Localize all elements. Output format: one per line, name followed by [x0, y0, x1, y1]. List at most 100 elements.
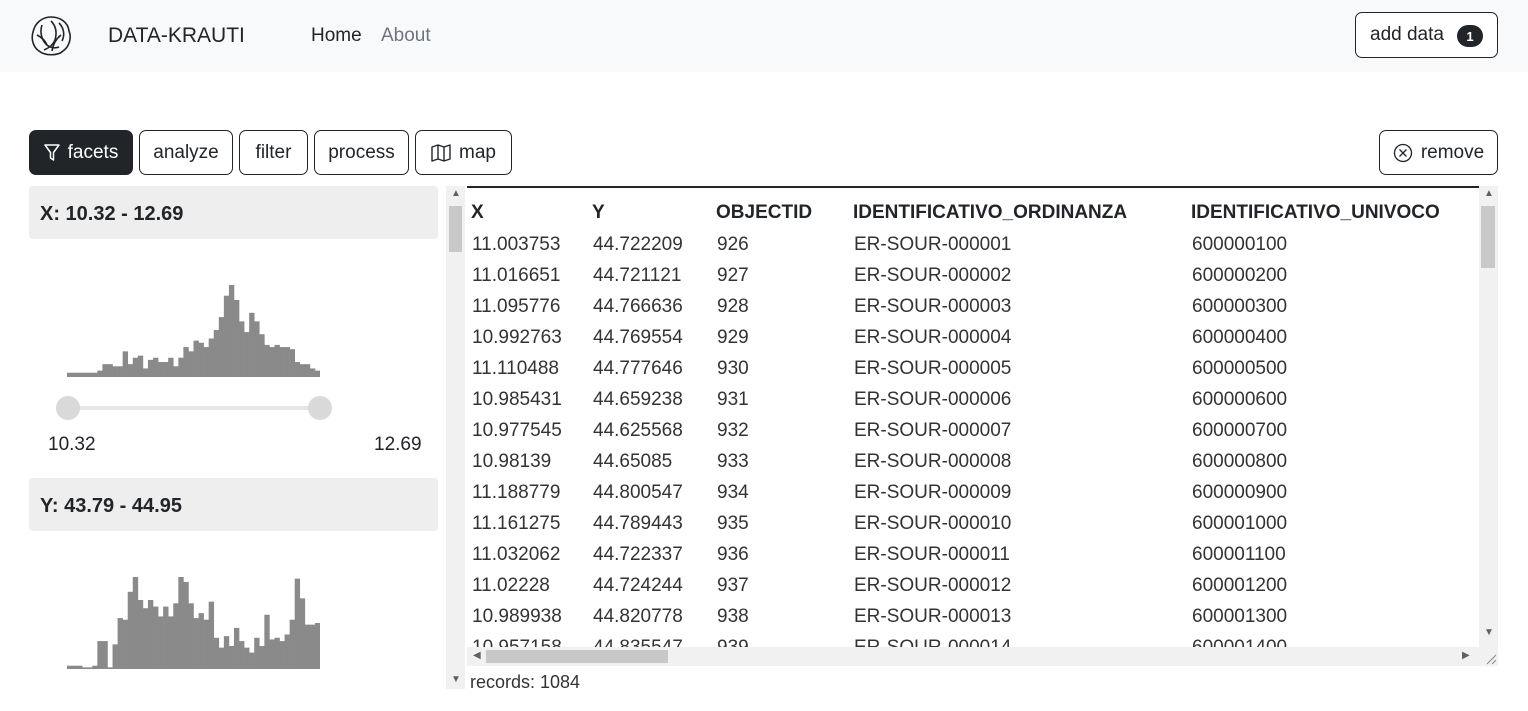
table-scroll-left-arrow-icon[interactable]: ◀: [473, 650, 481, 661]
table-row[interactable]: 11.032062 44.722337 936 ER-SOUR-000011 60000…: [467, 539, 1477, 570]
facet-x-slider-track[interactable]: [68, 406, 320, 410]
table-cell[interactable]: 926: [712, 229, 849, 260]
table-row[interactable]: 10.98139 44.65085 933 ER-SOUR-000008 6000008…: [467, 446, 1477, 477]
table-cell[interactable]: 44.625568: [588, 415, 712, 446]
table-cell[interactable]: ER-SOUR-000008: [849, 446, 1187, 477]
table-cell[interactable]: 44.721121: [588, 260, 712, 291]
table-cell[interactable]: 930: [712, 353, 849, 384]
table-cell[interactable]: 10.977545: [467, 415, 588, 446]
table-cell[interactable]: 44.789443: [588, 508, 712, 539]
table-cell[interactable]: 600000600: [1187, 384, 1477, 415]
table-cell[interactable]: ER-SOUR-000013: [849, 601, 1187, 632]
table-cell[interactable]: 600001100: [1187, 539, 1477, 570]
brand-name[interactable]: DATA-KRAUTI: [108, 24, 245, 48]
table-cell[interactable]: 929: [712, 322, 849, 353]
table-cell[interactable]: ER-SOUR-000010: [849, 508, 1187, 539]
facet-x-slider-min-handle[interactable]: [56, 396, 80, 420]
table-cell[interactable]: 600000700: [1187, 415, 1477, 446]
table-cell[interactable]: ER-SOUR-000002: [849, 260, 1187, 291]
table-cell[interactable]: 11.161275: [467, 508, 588, 539]
table-cell[interactable]: ER-SOUR-000006: [849, 384, 1187, 415]
table-cell[interactable]: 11.003753: [467, 229, 588, 260]
table-cell[interactable]: 600000800: [1187, 446, 1477, 477]
table-cell[interactable]: 11.016651: [467, 260, 588, 291]
table-cell[interactable]: 927: [712, 260, 849, 291]
table-cell[interactable]: 44.722209: [588, 229, 712, 260]
table-horizontal-scrollbar[interactable]: ◀ ▶: [467, 647, 1479, 666]
column-header-y[interactable]: Y: [588, 188, 712, 229]
table-cell[interactable]: 10.992763: [467, 322, 588, 353]
scroll-up-arrow-icon[interactable]: ▲: [451, 188, 461, 199]
table-cell[interactable]: ER-SOUR-000001: [849, 229, 1187, 260]
table-cell[interactable]: 44.800547: [588, 477, 712, 508]
table-row[interactable]: 10.992763 44.769554 929 ER-SOUR-000004 60000…: [467, 322, 1477, 353]
table-row[interactable]: 11.016651 44.721121 927 ER-SOUR-000002 60000…: [467, 260, 1477, 291]
table-row[interactable]: 10.985431 44.659238 931 ER-SOUR-000006 60000…: [467, 384, 1477, 415]
scroll-down-arrow-icon[interactable]: ▼: [451, 674, 461, 685]
table-cell[interactable]: 600000400: [1187, 322, 1477, 353]
add-data-button[interactable]: add data 1: [1355, 12, 1498, 58]
table-cell[interactable]: 936: [712, 539, 849, 570]
table-scroll-up-arrow-icon[interactable]: ▲: [1484, 188, 1494, 199]
table-cell[interactable]: 11.110488: [467, 353, 588, 384]
table-cell[interactable]: 11.095776: [467, 291, 588, 322]
table-cell[interactable]: 11.188779: [467, 477, 588, 508]
table-scroll-right-arrow-icon[interactable]: ▶: [1462, 650, 1470, 661]
table-cell[interactable]: ER-SOUR-000011: [849, 539, 1187, 570]
table-cell[interactable]: 44.722337: [588, 539, 712, 570]
column-header-objectid[interactable]: OBJECTID: [712, 188, 849, 229]
table-cell[interactable]: 10.985431: [467, 384, 588, 415]
facet-y-header[interactable]: Y: 43.79 - 44.95: [29, 478, 438, 531]
remove-button[interactable]: remove: [1379, 130, 1498, 175]
table-vertical-scrollbar-thumb[interactable]: [1481, 206, 1495, 268]
table-cell[interactable]: 937: [712, 570, 849, 601]
table-cell[interactable]: ER-SOUR-000005: [849, 353, 1187, 384]
table-row[interactable]: 11.003753 44.722209 926 ER-SOUR-000001 60000…: [467, 229, 1477, 260]
table-cell[interactable]: 600000200: [1187, 260, 1477, 291]
column-header-identificativo-univoco[interactable]: IDENTIFICATIVO_UNIVOCO: [1187, 188, 1477, 229]
table-cell[interactable]: 600001200: [1187, 570, 1477, 601]
table-cell[interactable]: 600000500: [1187, 353, 1477, 384]
nav-home-link[interactable]: Home: [311, 25, 362, 47]
facet-x-slider-max-handle[interactable]: [308, 396, 332, 420]
table-cell[interactable]: 44.724244: [588, 570, 712, 601]
table-cell[interactable]: 10.989938: [467, 601, 588, 632]
table-cell[interactable]: 44.777646: [588, 353, 712, 384]
filter-button[interactable]: filter: [239, 130, 308, 175]
table-cell[interactable]: ER-SOUR-000012: [849, 570, 1187, 601]
table-row[interactable]: 11.095776 44.766636 928 ER-SOUR-000003 60000…: [467, 291, 1477, 322]
table-cell[interactable]: 44.820778: [588, 601, 712, 632]
column-header-x[interactable]: X: [467, 188, 588, 229]
table-cell[interactable]: 931: [712, 384, 849, 415]
table-row[interactable]: 11.161275 44.789443 935 ER-SOUR-000010 60000…: [467, 508, 1477, 539]
table-row[interactable]: 11.188779 44.800547 934 ER-SOUR-000009 60000…: [467, 477, 1477, 508]
table-cell[interactable]: 44.766636: [588, 291, 712, 322]
cabbage-icon[interactable]: [28, 13, 74, 59]
resize-grip-icon[interactable]: [1479, 647, 1498, 666]
facet-x-header[interactable]: X: 10.32 - 12.69: [29, 186, 438, 239]
table-cell[interactable]: 44.65085: [588, 446, 712, 477]
table-cell[interactable]: 11.032062: [467, 539, 588, 570]
table-cell[interactable]: 600000300: [1187, 291, 1477, 322]
process-button[interactable]: process: [314, 130, 409, 175]
table-row[interactable]: 10.989938 44.820778 938 ER-SOUR-000013 60000…: [467, 601, 1477, 632]
facets-panel-scrollbar-thumb[interactable]: [449, 206, 462, 252]
table-cell[interactable]: ER-SOUR-000004: [849, 322, 1187, 353]
table-cell[interactable]: 44.769554: [588, 322, 712, 353]
table-scroll-down-arrow-icon[interactable]: ▼: [1484, 627, 1494, 638]
table-cell[interactable]: ER-SOUR-000007: [849, 415, 1187, 446]
table-cell[interactable]: 600001300: [1187, 601, 1477, 632]
table-cell[interactable]: ER-SOUR-000003: [849, 291, 1187, 322]
table-row[interactable]: 10.977545 44.625568 932 ER-SOUR-000007 60000…: [467, 415, 1477, 446]
table-cell[interactable]: 933: [712, 446, 849, 477]
table-row[interactable]: 11.02228 44.724244 937 ER-SOUR-000012 600001…: [467, 570, 1477, 601]
table-cell[interactable]: 928: [712, 291, 849, 322]
analyze-button[interactable]: analyze: [139, 130, 233, 175]
table-row[interactable]: 11.110488 44.777646 930 ER-SOUR-000005 60000…: [467, 353, 1477, 384]
table-cell[interactable]: 600000900: [1187, 477, 1477, 508]
table-cell[interactable]: 44.659238: [588, 384, 712, 415]
nav-about-link[interactable]: About: [381, 25, 431, 47]
column-header-identificativo-ordinanza[interactable]: IDENTIFICATIVO_ORDINANZA: [849, 188, 1187, 229]
table-horizontal-scrollbar-thumb[interactable]: [486, 650, 668, 663]
facets-button[interactable]: facets: [29, 130, 133, 175]
